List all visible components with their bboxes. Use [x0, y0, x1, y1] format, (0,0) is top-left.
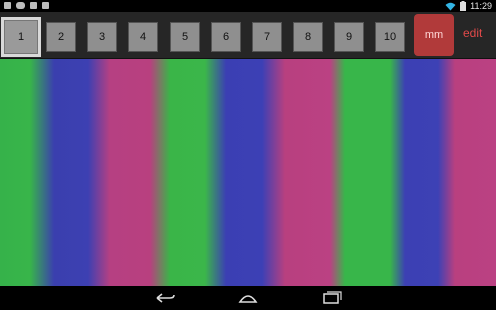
- wifi-icon: [445, 2, 456, 10]
- clock: 11:29: [470, 1, 492, 11]
- navigation-bar: [0, 286, 496, 310]
- preset-button-3[interactable]: 3: [87, 22, 117, 52]
- status-bar: 11:29: [0, 0, 496, 12]
- phone-icon: [4, 2, 11, 9]
- checkbox-icon: [30, 2, 37, 9]
- home-icon[interactable]: [236, 290, 260, 306]
- edit-button[interactable]: edit: [463, 26, 482, 40]
- preset-button-5[interactable]: 5: [170, 22, 200, 52]
- toolbar: 1 2 3 4 5 6 7 8 9 10 mm edit: [0, 12, 496, 59]
- recents-icon[interactable]: [320, 290, 344, 306]
- preset-button-7[interactable]: 7: [252, 22, 282, 52]
- download-icon: [42, 2, 49, 9]
- preset-button-4[interactable]: 4: [128, 22, 158, 52]
- preset-button-2[interactable]: 2: [46, 22, 76, 52]
- preset-button-9[interactable]: 9: [334, 22, 364, 52]
- gamepad-icon: [16, 2, 25, 9]
- color-stripes-canvas[interactable]: [0, 59, 496, 286]
- preset-button-8[interactable]: 8: [293, 22, 323, 52]
- mm-button[interactable]: mm: [414, 14, 454, 56]
- preset-button-6[interactable]: 6: [211, 22, 241, 52]
- battery-icon: [460, 1, 467, 11]
- preset-button-10[interactable]: 10: [375, 22, 405, 52]
- back-icon[interactable]: [153, 290, 177, 306]
- preset-button-1[interactable]: 1: [4, 20, 38, 54]
